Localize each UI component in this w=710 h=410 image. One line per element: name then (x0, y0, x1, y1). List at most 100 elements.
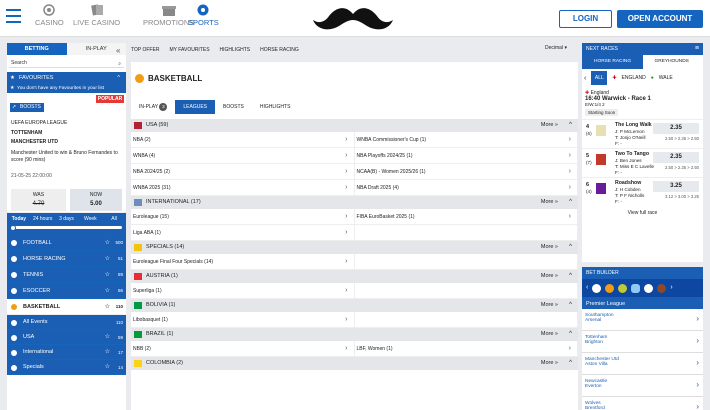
collapse-sidebar-icon[interactable]: « (116, 46, 120, 55)
chevron-up-icon[interactable]: ^ (569, 119, 572, 132)
league-link[interactable]: NBA Draft 2025 (4) › (355, 180, 578, 195)
more-button[interactable]: More (541, 119, 558, 132)
chevron-up-icon[interactable]: ^ (569, 196, 572, 209)
nav-promotions[interactable]: PROMOTIONS (143, 4, 194, 27)
league-link[interactable]: NBA (2) › (131, 132, 355, 147)
sub-item-usa[interactable]: USA ☆ 59 (7, 330, 126, 345)
topnav-top-offer[interactable]: TOP OFFER (131, 47, 159, 53)
star-icon[interactable]: ☆ (105, 360, 110, 375)
league-link[interactable]: NBA 2024/25 (2) › (131, 164, 355, 179)
league-group-international[interactable]: INTERNATIONAL (17)More^ (131, 196, 578, 209)
chevron-up-icon[interactable]: ^ (569, 270, 572, 283)
sport-item-esoccer[interactable]: ESOCCER ☆ 86 (7, 283, 126, 299)
tab-horse-racing[interactable]: HORSE RACING (582, 55, 643, 69)
league-link[interactable]: FIBA EuroBasket 2025 (1) › (355, 209, 578, 224)
league-link[interactable]: Superliga (1) › (131, 283, 355, 298)
league-group-bolivia[interactable]: BOLIVIA (1)More^ (131, 299, 578, 312)
slider-handle[interactable] (10, 224, 16, 231)
filter-all[interactable]: ALL (591, 71, 608, 85)
topnav-my-favourites[interactable]: MY FAVOURITES (169, 47, 209, 53)
odds-format-select[interactable]: Decimal (545, 45, 567, 51)
menu-icon[interactable] (6, 9, 21, 23)
tab-betting[interactable]: BETTING (7, 43, 67, 55)
league-group-usa[interactable]: USA (59)More^ (131, 119, 578, 132)
more-button[interactable]: More (541, 196, 558, 209)
more-button[interactable]: More (541, 328, 558, 341)
sport-item-horse-racing[interactable]: HORSE RACING ☆ 51 (7, 251, 126, 267)
favourites-header[interactable]: ★ FAVOURITES ^ (7, 72, 126, 84)
league-link[interactable]: NBA Playoffs 2024/25 (1) › (355, 148, 578, 163)
league-link[interactable]: Euroleague (15) › (131, 209, 355, 224)
star-icon[interactable]: ☆ (105, 267, 110, 283)
league-link[interactable]: WNBA 2025 (31) › (131, 180, 355, 195)
league-link[interactable]: Libobasquet (1) › (131, 312, 355, 327)
open-account-button[interactable]: OPEN ACCOUNT (617, 10, 703, 28)
nav-sports[interactable]: SPORTS (188, 4, 219, 27)
star-icon[interactable]: ☆ (105, 299, 110, 315)
league-link[interactable]: WNBA (4) › (131, 148, 355, 163)
nav-live-casino[interactable]: LIVE CASINO (73, 4, 120, 27)
odds-button[interactable]: 2.35 (653, 152, 699, 163)
tab-leagues[interactable]: LEAGUES (175, 100, 216, 114)
sport-item-tennis[interactable]: TENNIS ☆ 89 (7, 267, 126, 283)
football-icon[interactable] (592, 283, 602, 293)
more-button[interactable]: More (541, 241, 558, 254)
nav-casino[interactable]: CASINO (35, 4, 64, 27)
league-link[interactable]: WNBA Commissioner's Cup (1) › (355, 132, 578, 147)
league-group-colombia[interactable]: COLOMBIA (2)More^ (131, 357, 578, 370)
chevron-up-icon[interactable]: ^ (569, 357, 572, 370)
chevron-up-icon[interactable]: ^ (569, 241, 572, 254)
league-link[interactable]: Liga ABA (1) › (131, 225, 355, 240)
time-slider[interactable] (10, 224, 122, 231)
boost-now-price[interactable]: NOW 5.00 (70, 189, 122, 211)
basketball-icon[interactable] (605, 283, 615, 293)
league-link[interactable]: LBF, Women (1) › (355, 341, 578, 356)
league-group-specials[interactable]: SPECIALS (14)More^ (131, 241, 578, 254)
tab-in-play[interactable]: IN-PLAY 3 (131, 100, 175, 114)
star-icon[interactable]: ☆ (105, 345, 110, 360)
moustache-logo-icon[interactable] (313, 6, 393, 32)
tab-greyhounds[interactable]: GREYHOUNDS (643, 55, 704, 69)
match-item[interactable]: Wolves Brentford › (582, 397, 703, 410)
league-group-austria[interactable]: AUSTRIA (1)More^ (131, 270, 578, 283)
filter-all[interactable]: All (102, 216, 126, 222)
search-input[interactable]: Search ⌕ (9, 59, 124, 68)
topnav-horse-racing[interactable]: HORSE RACING (260, 47, 299, 53)
filter-wales[interactable]: WALE (659, 75, 673, 81)
hockey-icon[interactable] (644, 283, 654, 293)
chevron-left-icon[interactable]: ‹ (586, 284, 588, 293)
match-item[interactable]: Newcastle Everton › (582, 375, 703, 397)
sport-item-basketball[interactable]: BASKETBALL ☆ 110 (7, 299, 126, 315)
league-link[interactable]: NCAA(B) - Women 2025/26 (1) › (355, 164, 578, 179)
match-item[interactable]: Manchester Utd Aston Villa › (582, 353, 703, 375)
filter-week[interactable]: Week (78, 216, 102, 222)
boost-card[interactable]: ➚ BOOSTS POPULAR UEFA EUROPA LEAGUE TOTTE… (7, 93, 126, 213)
topnav-highlights[interactable]: HIGHLIGHTS (220, 47, 251, 53)
filter-3-days[interactable]: 3 days (55, 216, 79, 222)
star-icon[interactable]: ☆ (105, 283, 110, 299)
more-button[interactable]: More (541, 270, 558, 283)
sport-item-football[interactable]: FOOTBALL ☆ 500 (7, 235, 126, 251)
chevron-up-icon[interactable]: ^ (569, 328, 572, 341)
league-group-brazil[interactable]: BRAZIL (1)More^ (131, 328, 578, 341)
sub-item-international[interactable]: International ☆ 17 (7, 345, 126, 360)
tennis-icon[interactable] (618, 283, 628, 293)
league-link[interactable]: NBB (2) › (131, 341, 355, 356)
tab-boosts[interactable]: BOOSTS (215, 100, 252, 114)
filter-today[interactable]: Today (7, 216, 31, 222)
sort-icon[interactable]: ≡ (695, 43, 699, 55)
odds-button[interactable]: 3.25 (653, 181, 699, 192)
match-item[interactable]: Tottenham Brighton › (582, 331, 703, 353)
view-full-race-link[interactable]: View full race (582, 206, 703, 216)
star-icon[interactable]: ☆ (105, 251, 110, 267)
filter-24-hours[interactable]: 24 hours (31, 216, 55, 222)
esports-icon[interactable] (631, 283, 641, 293)
chevron-right-icon[interactable]: › (670, 284, 672, 293)
chevron-up-icon[interactable]: ^ (569, 299, 572, 312)
filter-england[interactable]: ENGLAND (622, 75, 646, 81)
odds-button[interactable]: 2.35 (653, 123, 699, 134)
sub-item-specials[interactable]: Specials ☆ 14 (7, 360, 126, 375)
sub-item-all-events[interactable]: All Events 110 (7, 315, 126, 330)
match-item[interactable]: Southampton Arsenal › (582, 309, 703, 331)
league-link[interactable]: Euroleague Final Four Specials (14) › (131, 254, 355, 269)
